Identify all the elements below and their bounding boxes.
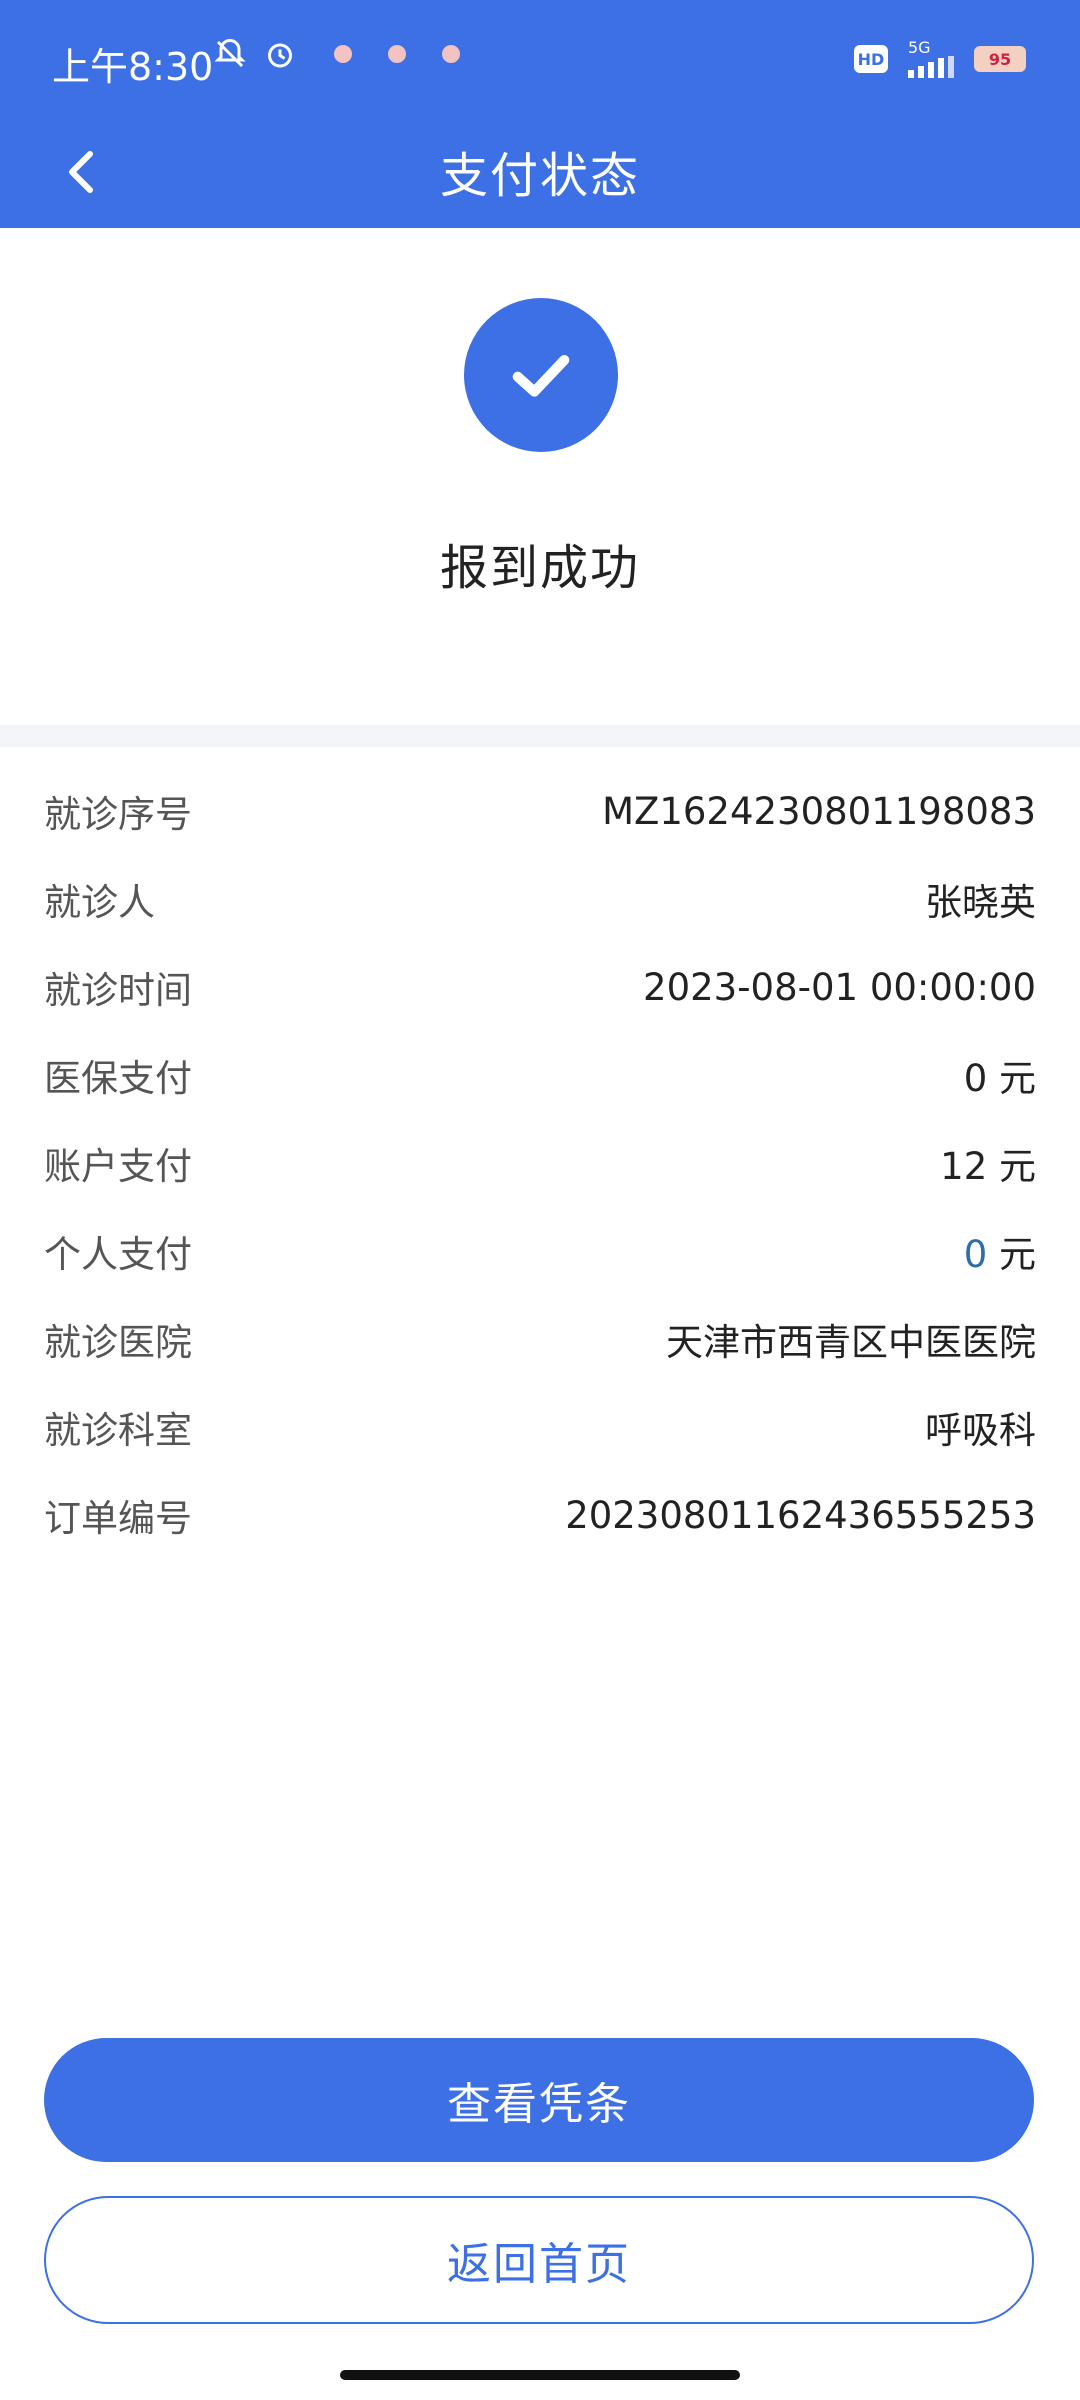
detail-label: 就诊人 — [44, 881, 155, 924]
detail-row-insurance-payment: 医保支付 0 元 — [0, 1031, 1080, 1119]
success-message: 报到成功 — [439, 540, 640, 596]
app-header: 上午8:30 HD 5G 95 支付状态 — [0, 0, 1080, 228]
detail-row-personal-payment: 个人支付 0 元 — [0, 1207, 1080, 1295]
detail-row-patient: 就诊人 张晓英 — [0, 855, 1080, 943]
currency-unit: 元 — [987, 1233, 1036, 1276]
detail-label: 就诊科室 — [44, 1409, 192, 1452]
status-icons-right: HD 5G 95 — [854, 40, 1026, 78]
detail-row-visit-number: 就诊序号 MZ1624230801198083 — [0, 767, 1080, 855]
personal-payment-amount: 0 — [963, 1233, 988, 1276]
page-title: 支付状态 — [439, 148, 640, 204]
detail-value: MZ1624230801198083 — [602, 789, 1036, 833]
detail-label: 就诊医院 — [44, 1321, 192, 1364]
app-notification-icon — [334, 45, 352, 63]
detail-value: 2023-08-01 00:00:00 — [643, 965, 1036, 1009]
detail-value: 天津市西青区中医医院 — [666, 1321, 1036, 1364]
detail-label: 就诊序号 — [44, 793, 192, 836]
detail-value: 20230801162436555253 — [565, 1493, 1036, 1537]
detail-label: 个人支付 — [44, 1233, 192, 1276]
detail-row-visit-time: 就诊时间 2023-08-01 00:00:00 — [0, 943, 1080, 1031]
detail-label: 账户支付 — [44, 1145, 192, 1188]
battery-icon: 95 — [974, 46, 1026, 72]
status-icons-left — [212, 36, 460, 72]
detail-row-account-payment: 账户支付 12 元 — [0, 1119, 1080, 1207]
detail-value: 0 元 — [964, 1224, 1036, 1278]
app-notification-icon — [442, 45, 460, 63]
detail-row-department: 就诊科室 呼吸科 — [0, 1383, 1080, 1471]
detail-value: 呼吸科 — [925, 1409, 1036, 1452]
check-icon — [512, 355, 570, 397]
mute-bell-icon — [212, 36, 248, 72]
status-bar: 上午8:30 HD 5G 95 — [0, 0, 1080, 120]
detail-label: 订单编号 — [44, 1497, 192, 1540]
detail-list: 就诊序号 MZ1624230801198083 就诊人 张晓英 就诊时间 202… — [0, 747, 1080, 1559]
detail-value: 张晓英 — [925, 881, 1036, 924]
detail-value: 0 元 — [963, 1057, 1036, 1100]
alarm-icon — [262, 36, 298, 72]
detail-row-hospital: 就诊医院 天津市西青区中医医院 — [0, 1295, 1080, 1383]
hd-badge: HD — [854, 45, 888, 73]
status-time: 上午8:30 — [52, 45, 214, 89]
detail-label: 医保支付 — [44, 1057, 192, 1100]
back-home-button[interactable]: 返回首页 — [44, 2196, 1034, 2324]
detail-row-order-number: 订单编号 20230801162436555253 — [0, 1471, 1080, 1559]
app-notification-icon — [388, 45, 406, 63]
home-indicator[interactable] — [340, 2370, 740, 2380]
view-receipt-button[interactable]: 查看凭条 — [44, 2038, 1034, 2162]
network-type-label: 5G — [908, 38, 931, 57]
nav-bar: 支付状态 — [0, 120, 1080, 228]
signal-icon: 5G — [908, 40, 954, 78]
detail-label: 就诊时间 — [44, 969, 192, 1012]
section-divider — [0, 725, 1080, 747]
success-badge — [464, 298, 618, 452]
success-panel: 报到成功 — [0, 228, 1080, 725]
detail-value: 12 元 — [940, 1145, 1036, 1188]
